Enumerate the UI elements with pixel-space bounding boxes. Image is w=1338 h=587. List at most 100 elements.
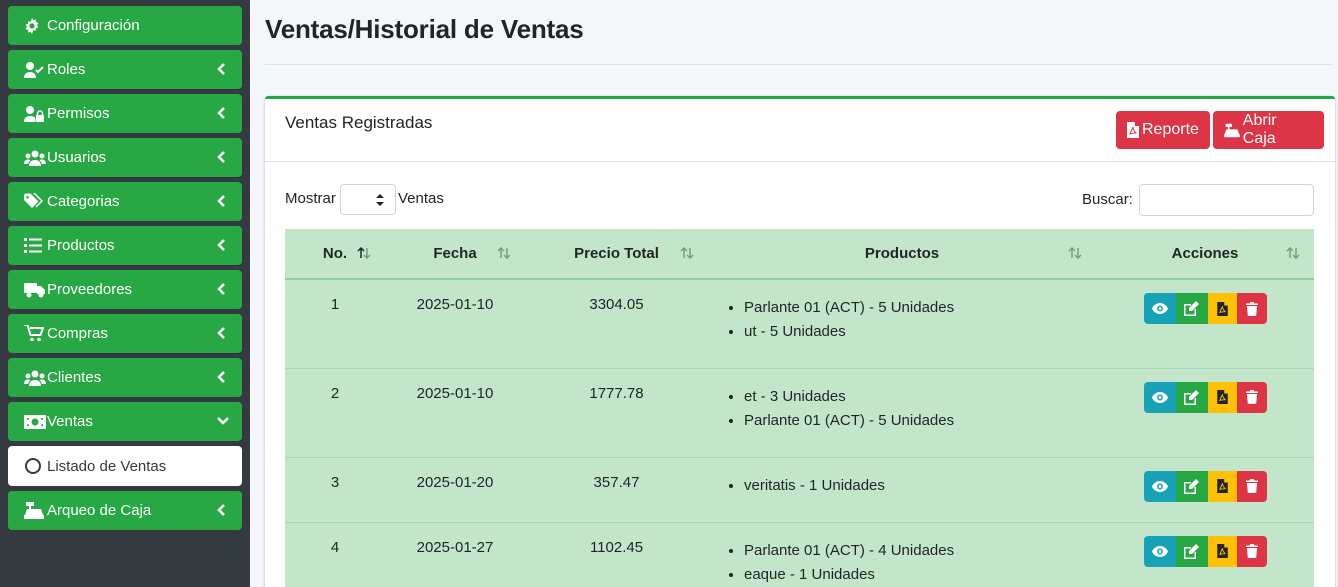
sidebar-item-arqueo-caja[interactable]: Arqueo de Caja xyxy=(8,491,242,530)
entries-select[interactable] xyxy=(340,184,396,215)
sidebar-item-categorias[interactable]: Categorias xyxy=(8,182,242,221)
search-label: Buscar: xyxy=(1082,191,1133,208)
sidebar-item-compras[interactable]: Compras xyxy=(8,314,242,353)
edit-button[interactable] xyxy=(1175,381,1208,413)
cell-fecha: 2025-01-10 xyxy=(385,368,525,458)
users-icon xyxy=(24,369,46,387)
cash-register-icon xyxy=(1224,123,1240,137)
sidebar-item-roles[interactable]: Roles xyxy=(8,50,242,89)
table-row: 4 2025-01-27 1102.45 Parlante 01 (ACT) -… xyxy=(285,522,1314,587)
header-divider xyxy=(265,64,1333,65)
file-pdf-icon xyxy=(1216,301,1228,316)
sidebar-item-permisos[interactable]: Permisos xyxy=(8,94,242,133)
chevron-left-icon xyxy=(217,106,227,120)
chevron-left-icon xyxy=(217,503,227,517)
sidebar-item-configuracion[interactable]: Configuración xyxy=(8,6,242,45)
delete-button[interactable] xyxy=(1236,381,1267,413)
view-button[interactable] xyxy=(1143,535,1176,567)
edit-button[interactable] xyxy=(1175,535,1208,567)
select-arrows-icon xyxy=(376,194,384,206)
report-button-label: Reporte xyxy=(1142,121,1199,138)
show-label: Mostrar xyxy=(285,190,336,207)
sidebar-item-label: Arqueo de Caja xyxy=(47,502,152,519)
cart-plus-icon xyxy=(24,325,46,343)
column-header-precio-total[interactable]: Precio Total xyxy=(525,229,708,280)
product-item: Parlante 01 (ACT) - 4 Unidades xyxy=(744,539,1096,563)
pdf-button[interactable] xyxy=(1207,381,1237,413)
delete-button[interactable] xyxy=(1236,470,1267,502)
column-header-productos[interactable]: Productos xyxy=(708,229,1096,280)
sidebar-item-label: Roles xyxy=(47,61,86,78)
pdf-button[interactable] xyxy=(1207,470,1237,502)
view-button[interactable] xyxy=(1143,293,1176,324)
column-header-no[interactable]: No. xyxy=(285,229,385,280)
edit-icon xyxy=(1184,389,1199,405)
cell-fecha: 2025-01-20 xyxy=(385,457,525,523)
edit-icon xyxy=(1184,543,1199,559)
sort-icon xyxy=(1068,246,1082,260)
action-buttons xyxy=(1143,381,1267,413)
card-header: Ventas Registradas Reporte Abrir Caja xyxy=(265,99,1335,162)
cell-acciones xyxy=(1096,279,1314,369)
cell-productos: Parlante 01 (ACT) - 5 Unidades ut - 5 Un… xyxy=(708,279,1096,369)
content-header: Ventas/Historial de Ventas xyxy=(265,14,584,45)
eye-icon xyxy=(1151,545,1168,557)
delete-button[interactable] xyxy=(1236,293,1267,324)
sidebar-subitem-listado-ventas[interactable]: Listado de Ventas xyxy=(8,446,242,486)
eye-icon xyxy=(1151,303,1168,314)
action-buttons xyxy=(1143,535,1267,567)
trash-icon xyxy=(1245,390,1258,404)
edit-icon xyxy=(1184,301,1199,316)
chevron-left-icon xyxy=(217,150,227,164)
trash-icon xyxy=(1245,301,1258,316)
cell-total: 1777.78 xyxy=(525,368,708,458)
sidebar-item-label: Clientes xyxy=(47,369,102,386)
column-header-acciones[interactable]: Acciones xyxy=(1096,229,1314,280)
sidebar-item-ventas[interactable]: Ventas xyxy=(8,402,242,441)
action-buttons xyxy=(1143,293,1267,324)
users-icon xyxy=(24,149,46,167)
file-pdf-icon xyxy=(1216,479,1228,493)
sidebar-item-label: Categorias xyxy=(47,193,120,210)
card-title: Ventas Registradas xyxy=(285,113,433,132)
report-button[interactable]: Reporte xyxy=(1116,111,1210,149)
sort-icon xyxy=(497,246,511,260)
sidebar-item-clientes[interactable]: Clientes xyxy=(8,358,242,397)
open-cash-button-label: Abrir Caja xyxy=(1242,112,1277,147)
chevron-left-icon xyxy=(217,194,227,208)
sidebar: Configuración Roles Permisos Usuarios Ca… xyxy=(0,0,250,587)
cell-no: 1 xyxy=(285,279,385,369)
eye-icon xyxy=(1151,391,1168,403)
cell-acciones xyxy=(1096,457,1314,523)
cell-productos: et - 3 Unidades Parlante 01 (ACT) - 5 Un… xyxy=(708,368,1096,458)
sidebar-item-label: Ventas xyxy=(47,413,93,430)
user-lock-icon xyxy=(24,105,46,123)
delete-button[interactable] xyxy=(1236,535,1267,567)
edit-button[interactable] xyxy=(1175,470,1208,502)
chevron-left-icon xyxy=(217,62,227,76)
sidebar-item-label: Usuarios xyxy=(47,149,107,166)
pdf-button[interactable] xyxy=(1207,535,1237,567)
eye-icon xyxy=(1151,480,1168,492)
column-header-fecha[interactable]: Fecha xyxy=(385,229,525,280)
view-button[interactable] xyxy=(1143,470,1176,502)
open-cash-button[interactable]: Abrir Caja xyxy=(1213,111,1324,149)
file-pdf-icon xyxy=(1216,544,1228,558)
page-title: Ventas/Historial de Ventas xyxy=(265,14,584,44)
edit-button[interactable] xyxy=(1175,293,1208,324)
sort-asc-icon xyxy=(357,246,371,260)
edit-icon xyxy=(1184,478,1199,494)
view-button[interactable] xyxy=(1143,381,1176,413)
user-check-icon xyxy=(24,61,46,79)
circle-icon xyxy=(25,458,41,474)
chevron-left-icon xyxy=(217,326,227,340)
sidebar-item-proveedores[interactable]: Proveedores xyxy=(8,270,242,309)
chevron-left-icon xyxy=(217,238,227,252)
sidebar-item-productos[interactable]: Productos xyxy=(8,226,242,265)
pdf-button[interactable] xyxy=(1207,293,1237,324)
sidebar-item-usuarios[interactable]: Usuarios xyxy=(8,138,242,177)
search-input[interactable] xyxy=(1139,184,1314,216)
sidebar-subitem-label: Listado de Ventas xyxy=(47,457,167,475)
cell-total: 1102.45 xyxy=(525,522,708,587)
sidebar-item-label: Productos xyxy=(47,237,115,254)
